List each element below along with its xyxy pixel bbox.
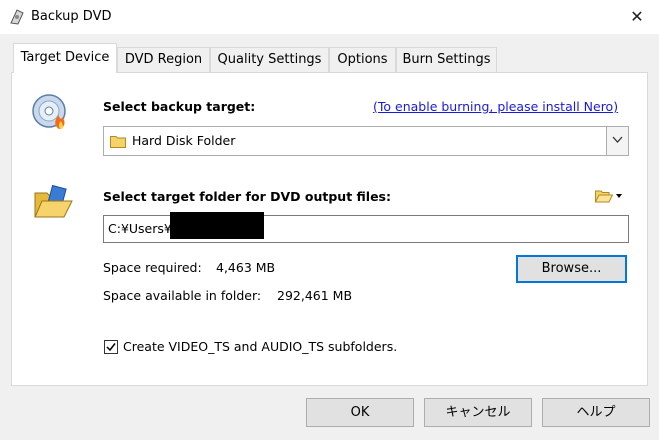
subfolders-checkbox[interactable] [104, 340, 118, 354]
help-button[interactable]: ヘルプ [542, 398, 650, 427]
space-required-label: Space required: [103, 260, 202, 275]
chevron-down-icon[interactable] [606, 127, 628, 155]
folder-dropdown-icon [595, 190, 613, 203]
dvd-burn-icon [32, 94, 66, 129]
redacted-block [170, 212, 264, 239]
tab-dvd-region[interactable]: DVD Region [117, 47, 210, 72]
cancel-button[interactable]: キャンセル [424, 398, 532, 427]
tab-target-device[interactable]: Target Device [13, 43, 117, 73]
chevron-down-icon [616, 194, 622, 198]
space-available-value: 292,461 MB [277, 288, 353, 303]
title-bar: Backup DVD ✕ [0, 0, 659, 34]
checkmark-icon [106, 343, 116, 352]
backup-target-value: Hard Disk Folder [132, 133, 236, 148]
tab-quality-settings[interactable]: Quality Settings [210, 47, 329, 72]
ok-button[interactable]: OK [306, 398, 414, 427]
select-target-folder-label: Select target folder for DVD output file… [103, 189, 391, 204]
open-folder-icon [34, 185, 73, 218]
backup-target-select[interactable]: Hard Disk Folder [103, 126, 629, 156]
space-required-value: 4,463 MB [216, 260, 276, 275]
tab-options[interactable]: Options [329, 47, 396, 72]
select-backup-target-label: Select backup target: [103, 99, 256, 114]
tab-burn-settings[interactable]: Burn Settings [396, 47, 497, 72]
folder-icon [110, 136, 126, 148]
dvd-app-icon [10, 9, 24, 25]
folder-dropdown-button[interactable] [595, 187, 625, 205]
subfolders-label[interactable]: Create VIDEO_TS and AUDIO_TS subfolders. [123, 339, 397, 354]
target-folder-input[interactable]: C:¥Users¥ [103, 212, 629, 243]
close-button[interactable]: ✕ [622, 4, 652, 30]
window-title: Backup DVD [31, 9, 112, 24]
target-folder-path: C:¥Users¥ [108, 221, 172, 236]
space-available-label: Space available in folder: [103, 288, 262, 303]
browse-button[interactable]: Browse... [516, 255, 627, 283]
install-nero-link[interactable]: (To enable burning, please install Nero) [373, 99, 618, 114]
